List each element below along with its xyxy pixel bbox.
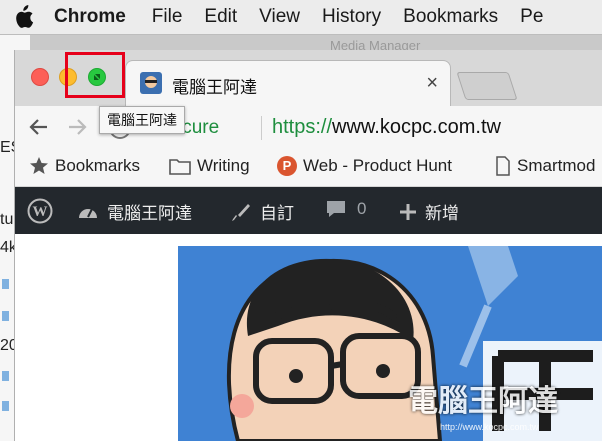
bg-marker bbox=[2, 279, 9, 289]
close-window-button[interactable] bbox=[31, 68, 49, 86]
brush-icon bbox=[232, 203, 250, 221]
wordpress-logo-icon[interactable]: W bbox=[27, 198, 53, 224]
url-text[interactable]: https://www.kocpc.com.tw bbox=[272, 116, 501, 139]
folder-icon bbox=[169, 159, 191, 175]
highlight-box bbox=[65, 52, 125, 98]
apple-icon[interactable] bbox=[12, 5, 34, 29]
star-icon bbox=[30, 157, 48, 174]
bookmark-item-writing[interactable]: Writing bbox=[169, 156, 250, 176]
menu-history[interactable]: History bbox=[322, 6, 381, 28]
watermark-url: http://www.kocpc.com.tw bbox=[440, 422, 539, 432]
bookmark-item-bookmarks[interactable]: Bookmarks bbox=[29, 156, 140, 176]
page-content: 電腦王阿達 http://www.kocpc.com.tw bbox=[15, 234, 602, 441]
menu-bar: Chrome File Edit View History Bookmarks … bbox=[0, 0, 602, 35]
browser-tab[interactable]: 電腦王阿達 × bbox=[125, 60, 451, 106]
wp-new-link[interactable]: 新增 bbox=[399, 199, 459, 224]
wordpress-admin-bar: W 電腦王阿達 自訂 0 新增 bbox=[15, 187, 602, 234]
wp-comments-link[interactable]: 0 bbox=[325, 199, 366, 219]
menu-view[interactable]: View bbox=[259, 6, 300, 28]
bookmarks-bar: Bookmarks Writing P Web - Product Hunt S… bbox=[15, 148, 602, 187]
bookmark-label: Writing bbox=[197, 156, 250, 175]
wp-site-name: 電腦王阿達 bbox=[107, 204, 192, 223]
wp-customize-link[interactable]: 自訂 bbox=[230, 199, 294, 224]
back-arrow-icon[interactable] bbox=[27, 115, 51, 139]
hero-image[interactable]: 電腦王阿達 http://www.kocpc.com.tw bbox=[178, 246, 602, 441]
menu-file[interactable]: File bbox=[152, 6, 183, 28]
bg-marker bbox=[2, 311, 9, 321]
wp-new-label: 新增 bbox=[425, 204, 459, 223]
bookmark-label: Bookmarks bbox=[55, 156, 141, 175]
svg-text:W: W bbox=[33, 204, 48, 220]
menu-edit[interactable]: Edit bbox=[204, 6, 237, 28]
url-host: www.kocpc.com.tw bbox=[332, 116, 501, 138]
forward-arrow-icon[interactable] bbox=[65, 115, 89, 139]
menu-app-name[interactable]: Chrome bbox=[54, 6, 126, 28]
tab-close-icon[interactable]: × bbox=[426, 72, 438, 95]
site-favicon-icon bbox=[140, 72, 162, 94]
wp-customize-label: 自訂 bbox=[260, 204, 294, 223]
tab-strip: 電腦王阿達 × bbox=[15, 50, 602, 106]
bookmark-label: Web - Product Hunt bbox=[303, 156, 452, 175]
page-icon bbox=[496, 156, 510, 176]
bg-fragment: tu bbox=[0, 211, 14, 228]
wp-comments-count: 0 bbox=[357, 199, 367, 218]
address-divider bbox=[261, 116, 262, 140]
dashboard-icon bbox=[79, 208, 97, 218]
bookmark-item-smartmod[interactable]: Smartmod bbox=[495, 156, 595, 176]
tab-title: 電腦王阿達 bbox=[172, 78, 257, 97]
bookmark-label: Smartmod bbox=[517, 156, 596, 175]
menu-people[interactable]: Pe bbox=[520, 6, 543, 28]
comment-icon bbox=[327, 201, 345, 217]
plus-icon bbox=[400, 203, 416, 220]
bg-marker bbox=[2, 401, 9, 411]
menu-bookmarks[interactable]: Bookmarks bbox=[403, 6, 498, 28]
tab-tooltip: 電腦王阿達 bbox=[99, 106, 185, 134]
bookmark-item-product-hunt[interactable]: P Web - Product Hunt bbox=[277, 156, 452, 176]
bg-marker bbox=[2, 371, 9, 381]
watermark-text: 電腦王阿達 bbox=[408, 385, 558, 418]
url-protocol: https:// bbox=[272, 116, 333, 138]
producthunt-icon: P bbox=[277, 156, 297, 176]
new-tab-button[interactable] bbox=[456, 72, 518, 100]
chrome-window: 電腦王阿達 × 電腦王阿達 Secure https://www.kocpc.c… bbox=[14, 50, 602, 441]
wp-site-link[interactable]: 電腦王阿達 bbox=[77, 199, 192, 224]
